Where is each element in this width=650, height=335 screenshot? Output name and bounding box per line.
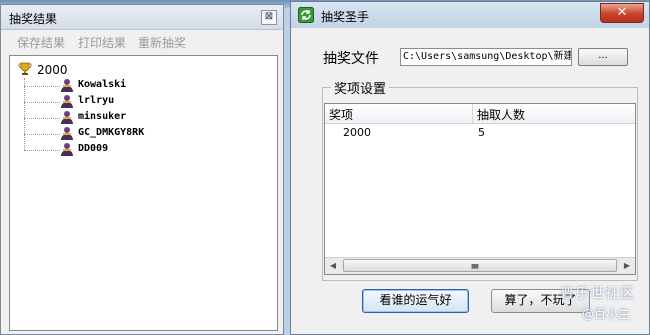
app-icon (298, 7, 314, 23)
menu-save-results[interactable]: 保存结果 (17, 34, 65, 51)
results-titlebar[interactable]: 抽奖结果 ⊠ (1, 5, 283, 30)
cell-count: 5 (478, 126, 485, 139)
tree-item-label: minsuker (78, 111, 127, 122)
tree-branch-line (24, 118, 60, 119)
scroll-left-icon[interactable]: ◀ (325, 258, 341, 274)
grip-icon: ▮▮▮ (471, 263, 479, 270)
horizontal-scrollbar[interactable]: ◀ ▮▮▮ ▶ (325, 257, 635, 274)
menu-print-results[interactable]: 打印结果 (78, 34, 126, 51)
results-menubar: 保存结果 打印结果 重新抽奖 (1, 30, 283, 52)
tree-branch-line (24, 102, 60, 103)
trophy-icon (18, 62, 32, 75)
column-header-prize[interactable]: 奖项 (329, 106, 353, 123)
user-icon (61, 79, 73, 92)
menu-redraw[interactable]: 重新抽奖 (138, 34, 186, 51)
cell-prize: 2000 (343, 126, 371, 139)
tree-root-label: 2000 (37, 63, 68, 77)
user-icon (61, 95, 73, 108)
tree-item-label: Kowalski (78, 79, 127, 90)
tree-item-label: DD009 (78, 143, 109, 154)
browse-button[interactable]: ... (578, 48, 628, 66)
lottery-titlebar[interactable]: 抽奖圣手 ✕ (291, 2, 649, 28)
prize-table[interactable]: 奖项 抽取人数 2000 5 ◀ ▮▮▮ ▶ (324, 103, 636, 275)
table-row[interactable]: 2000 5 (325, 126, 635, 142)
column-separator[interactable] (472, 104, 473, 123)
close-button[interactable]: ✕ (600, 3, 644, 23)
user-icon (61, 127, 73, 140)
draw-button[interactable]: 看谁的运气好 (362, 289, 469, 313)
tree-branch-line (24, 134, 60, 135)
user-icon (61, 111, 73, 124)
file-label: 抽奖文件 (323, 51, 379, 67)
tree-item-label: GC_DMKGY8RK (78, 127, 145, 138)
tree-item-label: lrlryu (78, 95, 115, 106)
user-icon (61, 143, 73, 156)
prize-table-header: 奖项 抽取人数 (325, 104, 635, 124)
scroll-right-icon[interactable]: ▶ (619, 258, 635, 274)
column-header-count[interactable]: 抽取人数 (477, 106, 525, 123)
scrollbar-thumb[interactable]: ▮▮▮ (343, 259, 617, 272)
file-path-field[interactable]: C:\Users\samsung\Desktop\新建 (400, 48, 572, 66)
results-window: 抽奖结果 ⊠ 保存结果 打印结果 重新抽奖 2000 Kowalski lrlr… (0, 4, 284, 335)
lottery-window-title: 抽奖圣手 (321, 10, 370, 24)
tree-branch-line (24, 86, 60, 87)
tree-branch-line (24, 150, 60, 151)
tree-connector (24, 78, 25, 150)
results-tree[interactable]: 2000 Kowalski lrlryu minsuker GC_DMKGY8R… (9, 55, 278, 331)
results-window-title: 抽奖结果 (9, 12, 58, 26)
close-icon[interactable]: ⊠ (261, 10, 277, 25)
watermark-author: @百小生 (582, 307, 631, 321)
prize-settings-title: 奖项设置 (331, 78, 390, 97)
watermark-site: 普乐世社区 (560, 286, 635, 302)
